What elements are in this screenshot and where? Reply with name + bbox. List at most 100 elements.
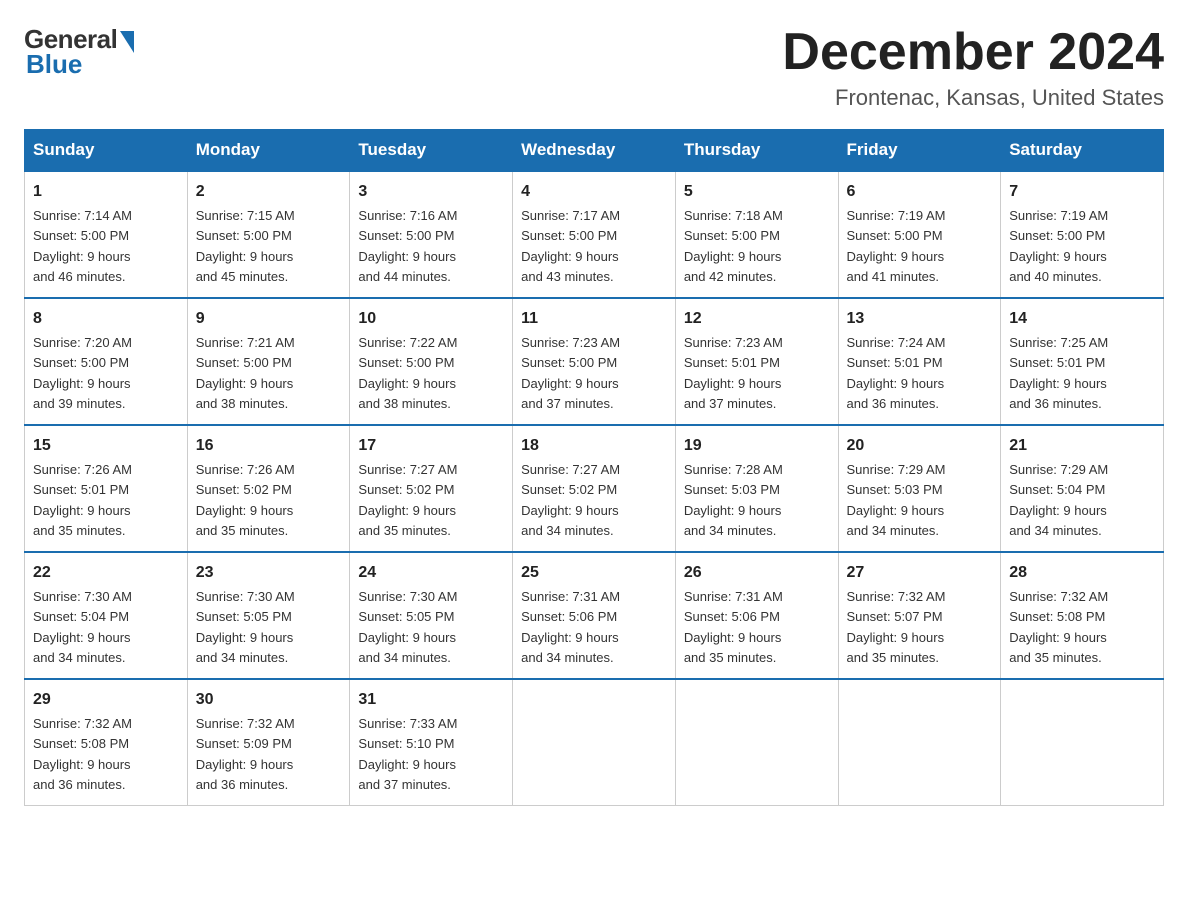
day-number: 6 — [847, 180, 993, 204]
week-row-4: 22Sunrise: 7:30 AMSunset: 5:04 PMDayligh… — [25, 552, 1164, 679]
day-number: 26 — [684, 561, 830, 585]
calendar-cell — [838, 679, 1001, 806]
day-number: 18 — [521, 434, 667, 458]
calendar-cell: 4 Sunrise: 7:17 AMSunset: 5:00 PMDaylight… — [513, 171, 676, 298]
calendar-cell: 10 Sunrise: 7:22 AMSunset: 5:00 PMDayligh… — [350, 298, 513, 425]
day-info: Sunrise: 7:22 AMSunset: 5:00 PMDaylight:… — [358, 335, 457, 411]
calendar-cell: 14Sunrise: 7:25 AMSunset: 5:01 PMDayligh… — [1001, 298, 1164, 425]
day-info: Sunrise: 7:19 AMSunset: 5:00 PMDaylight:… — [1009, 208, 1108, 284]
calendar-cell — [675, 679, 838, 806]
day-info: Sunrise: 7:30 AMSunset: 5:05 PMDaylight:… — [358, 589, 457, 665]
location-label: Frontenac, Kansas, United States — [782, 85, 1164, 111]
calendar-cell: 29 Sunrise: 7:32 AMSunset: 5:08 PMDayligh… — [25, 679, 188, 806]
calendar-cell: 16 Sunrise: 7:26 AMSunset: 5:02 PMDayligh… — [187, 425, 350, 552]
title-section: December 2024 Frontenac, Kansas, United … — [782, 24, 1164, 111]
calendar-cell: 11 Sunrise: 7:23 AMSunset: 5:00 PMDayligh… — [513, 298, 676, 425]
calendar-cell: 25 Sunrise: 7:31 AMSunset: 5:06 PMDayligh… — [513, 552, 676, 679]
calendar-cell: 5 Sunrise: 7:18 AMSunset: 5:00 PMDaylight… — [675, 171, 838, 298]
day-number: 17 — [358, 434, 504, 458]
calendar-cell: 17Sunrise: 7:27 AMSunset: 5:02 PMDayligh… — [350, 425, 513, 552]
day-info: Sunrise: 7:23 AMSunset: 5:00 PMDaylight:… — [521, 335, 620, 411]
day-info: Sunrise: 7:19 AMSunset: 5:00 PMDaylight:… — [847, 208, 946, 284]
calendar-header-thursday: Thursday — [675, 130, 838, 172]
day-info: Sunrise: 7:26 AMSunset: 5:01 PMDaylight:… — [33, 462, 132, 538]
week-row-3: 15 Sunrise: 7:26 AMSunset: 5:01 PMDayligh… — [25, 425, 1164, 552]
day-number: 13 — [847, 307, 993, 331]
day-info: Sunrise: 7:33 AMSunset: 5:10 PMDaylight:… — [358, 716, 457, 792]
day-number: 10 — [358, 307, 504, 331]
day-info: Sunrise: 7:14 AMSunset: 5:00 PMDaylight:… — [33, 208, 132, 284]
day-info: Sunrise: 7:25 AMSunset: 5:01 PMDaylight:… — [1009, 335, 1108, 411]
week-row-5: 29 Sunrise: 7:32 AMSunset: 5:08 PMDayligh… — [25, 679, 1164, 806]
day-number: 16 — [196, 434, 342, 458]
day-number: 21 — [1009, 434, 1155, 458]
day-info: Sunrise: 7:18 AMSunset: 5:00 PMDaylight:… — [684, 208, 783, 284]
day-number: 19 — [684, 434, 830, 458]
week-row-1: 1 Sunrise: 7:14 AMSunset: 5:00 PMDaylight… — [25, 171, 1164, 298]
day-number: 4 — [521, 180, 667, 204]
calendar-header-tuesday: Tuesday — [350, 130, 513, 172]
calendar-cell: 22Sunrise: 7:30 AMSunset: 5:04 PMDayligh… — [25, 552, 188, 679]
calendar-cell: 19Sunrise: 7:28 AMSunset: 5:03 PMDayligh… — [675, 425, 838, 552]
day-info: Sunrise: 7:26 AMSunset: 5:02 PMDaylight:… — [196, 462, 295, 538]
day-number: 11 — [521, 307, 667, 331]
day-info: Sunrise: 7:32 AMSunset: 5:08 PMDaylight:… — [33, 716, 132, 792]
day-number: 5 — [684, 180, 830, 204]
calendar-table: SundayMondayTuesdayWednesdayThursdayFrid… — [24, 129, 1164, 806]
calendar-header-monday: Monday — [187, 130, 350, 172]
calendar-cell: 3Sunrise: 7:16 AMSunset: 5:00 PMDaylight… — [350, 171, 513, 298]
day-info: Sunrise: 7:24 AMSunset: 5:01 PMDaylight:… — [847, 335, 946, 411]
day-number: 29 — [33, 688, 179, 712]
day-number: 15 — [33, 434, 179, 458]
day-info: Sunrise: 7:29 AMSunset: 5:04 PMDaylight:… — [1009, 462, 1108, 538]
calendar-cell: 27 Sunrise: 7:32 AMSunset: 5:07 PMDayligh… — [838, 552, 1001, 679]
day-number: 20 — [847, 434, 993, 458]
day-info: Sunrise: 7:20 AMSunset: 5:00 PMDaylight:… — [33, 335, 132, 411]
calendar-cell: 28 Sunrise: 7:32 AMSunset: 5:08 PMDayligh… — [1001, 552, 1164, 679]
logo: General Blue — [24, 24, 134, 80]
day-number: 7 — [1009, 180, 1155, 204]
logo-triangle-icon — [120, 31, 134, 53]
day-info: Sunrise: 7:31 AMSunset: 5:06 PMDaylight:… — [521, 589, 620, 665]
calendar-cell: 31 Sunrise: 7:33 AMSunset: 5:10 PMDayligh… — [350, 679, 513, 806]
day-number: 31 — [358, 688, 504, 712]
day-info: Sunrise: 7:32 AMSunset: 5:09 PMDaylight:… — [196, 716, 295, 792]
day-number: 12 — [684, 307, 830, 331]
calendar-cell: 30 Sunrise: 7:32 AMSunset: 5:09 PMDayligh… — [187, 679, 350, 806]
day-number: 25 — [521, 561, 667, 585]
day-info: Sunrise: 7:17 AMSunset: 5:00 PMDaylight:… — [521, 208, 620, 284]
day-info: Sunrise: 7:32 AMSunset: 5:07 PMDaylight:… — [847, 589, 946, 665]
calendar-cell: 15 Sunrise: 7:26 AMSunset: 5:01 PMDayligh… — [25, 425, 188, 552]
day-number: 1 — [33, 180, 179, 204]
calendar-cell — [1001, 679, 1164, 806]
calendar-header-sunday: Sunday — [25, 130, 188, 172]
calendar-cell: 9 Sunrise: 7:21 AMSunset: 5:00 PMDaylight… — [187, 298, 350, 425]
calendar-cell: 1 Sunrise: 7:14 AMSunset: 5:00 PMDaylight… — [25, 171, 188, 298]
day-info: Sunrise: 7:31 AMSunset: 5:06 PMDaylight:… — [684, 589, 783, 665]
logo-blue-text: Blue — [26, 49, 82, 80]
calendar-cell: 24 Sunrise: 7:30 AMSunset: 5:05 PMDayligh… — [350, 552, 513, 679]
day-number: 24 — [358, 561, 504, 585]
calendar-header-row: SundayMondayTuesdayWednesdayThursdayFrid… — [25, 130, 1164, 172]
calendar-cell: 6 Sunrise: 7:19 AMSunset: 5:00 PMDaylight… — [838, 171, 1001, 298]
day-number: 28 — [1009, 561, 1155, 585]
calendar-cell — [513, 679, 676, 806]
day-number: 27 — [847, 561, 993, 585]
day-info: Sunrise: 7:21 AMSunset: 5:00 PMDaylight:… — [196, 335, 295, 411]
calendar-cell: 8Sunrise: 7:20 AMSunset: 5:00 PMDaylight… — [25, 298, 188, 425]
day-info: Sunrise: 7:15 AMSunset: 5:00 PMDaylight:… — [196, 208, 295, 284]
calendar-cell: 26 Sunrise: 7:31 AMSunset: 5:06 PMDayligh… — [675, 552, 838, 679]
day-number: 2 — [196, 180, 342, 204]
day-info: Sunrise: 7:32 AMSunset: 5:08 PMDaylight:… — [1009, 589, 1108, 665]
calendar-cell: 18 Sunrise: 7:27 AMSunset: 5:02 PMDayligh… — [513, 425, 676, 552]
day-number: 22 — [33, 561, 179, 585]
day-info: Sunrise: 7:23 AMSunset: 5:01 PMDaylight:… — [684, 335, 783, 411]
day-number: 23 — [196, 561, 342, 585]
day-info: Sunrise: 7:29 AMSunset: 5:03 PMDaylight:… — [847, 462, 946, 538]
calendar-cell: 13 Sunrise: 7:24 AMSunset: 5:01 PMDayligh… — [838, 298, 1001, 425]
day-number: 9 — [196, 307, 342, 331]
day-info: Sunrise: 7:16 AMSunset: 5:00 PMDaylight:… — [358, 208, 457, 284]
day-info: Sunrise: 7:27 AMSunset: 5:02 PMDaylight:… — [521, 462, 620, 538]
day-number: 30 — [196, 688, 342, 712]
day-info: Sunrise: 7:30 AMSunset: 5:05 PMDaylight:… — [196, 589, 295, 665]
